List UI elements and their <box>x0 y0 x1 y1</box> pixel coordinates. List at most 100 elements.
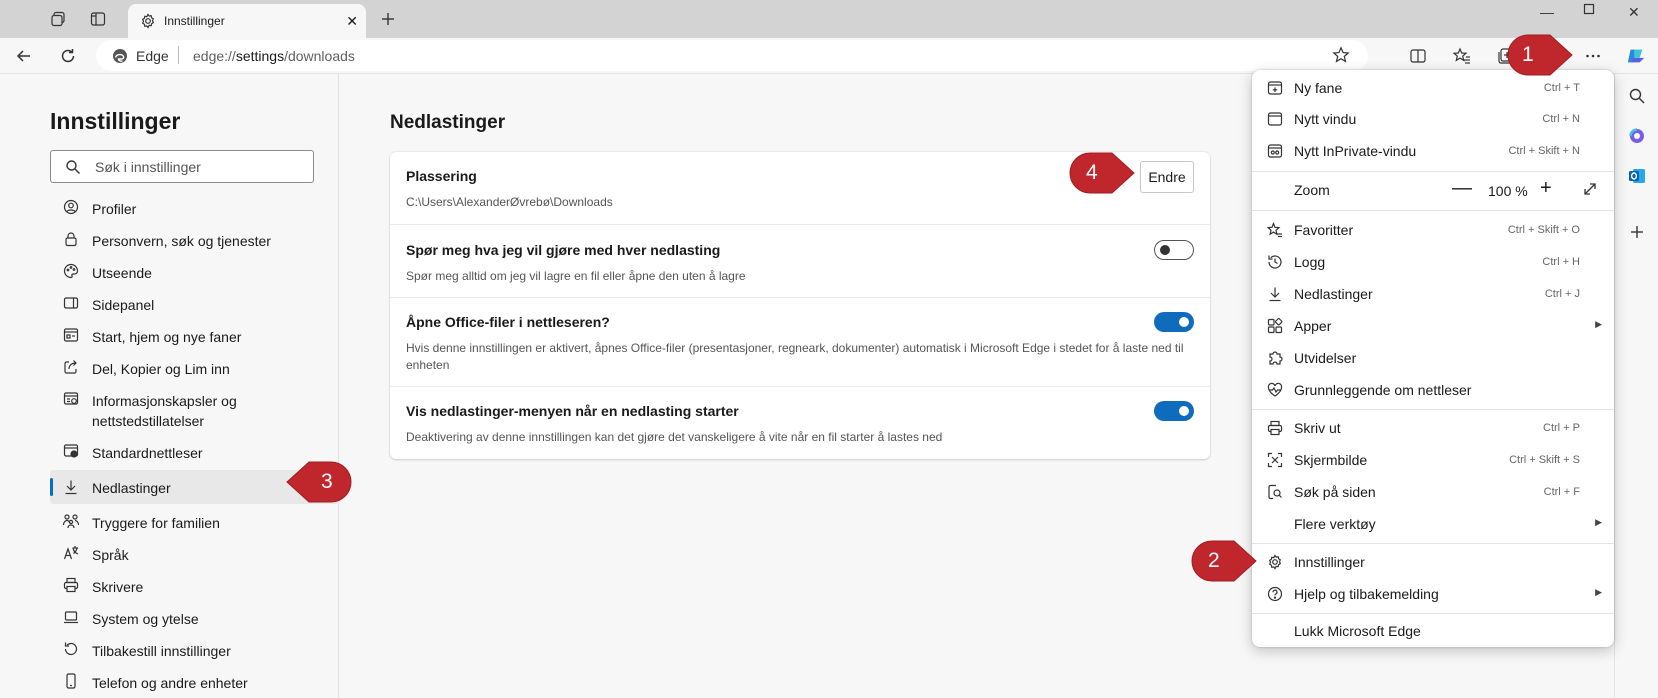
sidebar-item-label: Skrivere <box>92 579 144 595</box>
menu-shortcut: Ctrl + Skift + O <box>1507 224 1580 236</box>
zoom-out-button[interactable]: — <box>1452 177 1472 200</box>
sidebar-item-appearance[interactable]: Utseende <box>50 262 340 282</box>
menu-shortcut: Ctrl + H <box>1542 256 1580 268</box>
sidebar-item-reset[interactable]: Tilbakestill innstillinger <box>50 640 340 660</box>
screenshot-icon <box>1266 451 1284 469</box>
menu-item-more-tools[interactable]: Flere verktøy ▶ <box>1252 509 1614 539</box>
location-title: Plassering <box>406 168 477 184</box>
office-files-desc: Hvis denne innstillingen er aktivert, åp… <box>406 341 1184 372</box>
menu-item-new-tab[interactable]: Ny fane Ctrl + T <box>1252 73 1614 103</box>
tab-settings[interactable]: Innstillinger ✕ <box>128 4 366 38</box>
minimize-icon[interactable]: — <box>1540 4 1554 20</box>
menu-shortcut: Ctrl + Skift + N <box>1508 145 1580 157</box>
menu-shortcut: Ctrl + T <box>1543 82 1580 94</box>
fullscreen-icon[interactable] <box>1582 181 1598 197</box>
menu-label: Flere verktøy <box>1294 516 1376 532</box>
menu-item-close-edge[interactable]: Lukk Microsoft Edge <box>1252 616 1614 646</box>
address-bar[interactable]: Edge edge://settings/downloads <box>96 40 1368 71</box>
sidebar-item-start-home-tabs[interactable]: Start, hjem og nye faner <box>50 326 340 346</box>
menu-item-zoom: Zoom — 100 % + <box>1252 175 1614 205</box>
menu-item-downloads[interactable]: Nedlastinger Ctrl + J <box>1252 279 1614 309</box>
back-icon[interactable] <box>14 46 34 66</box>
menu-item-browser-essentials[interactable]: Grunnleggende om nettleser <box>1252 375 1614 405</box>
submenu-arrow-icon: ▶ <box>1595 319 1602 329</box>
reset-icon <box>62 640 80 658</box>
settings-search-box[interactable] <box>50 150 314 183</box>
menu-label: Hjelp og tilbakemelding <box>1294 586 1439 602</box>
m365-icon[interactable] <box>1627 126 1647 146</box>
copilot-icon[interactable] <box>1626 46 1646 66</box>
menu-item-history[interactable]: Logg Ctrl + H <box>1252 247 1614 277</box>
sidebar-item-family[interactable]: Tryggere for familien <box>50 512 340 532</box>
callout-1: 1 <box>1506 33 1574 77</box>
address-separator <box>178 46 179 64</box>
sidebar-item-cookies-permissions[interactable]: Informasjonskapsler og nettstedstillatel… <box>50 390 340 430</box>
sidebar-item-system-performance[interactable]: System og ytelse <box>50 608 340 628</box>
menu-label: Favoritter <box>1294 222 1354 238</box>
search-icon <box>65 159 81 175</box>
menu-item-extensions[interactable]: Utvidelser <box>1252 343 1614 373</box>
sidebar-item-label: Del, Kopier og Lim inn <box>92 361 230 377</box>
menu-item-new-inprivate-window[interactable]: Nytt InPrivate-vindu Ctrl + Skift + N <box>1252 136 1614 166</box>
menu-item-print[interactable]: Skriv ut Ctrl + P <box>1252 413 1614 443</box>
default-browser-icon <box>62 442 80 460</box>
sidebar-item-languages[interactable]: Språk <box>50 544 340 564</box>
gear-icon <box>1266 553 1284 571</box>
more-options-icon[interactable] <box>1583 46 1603 66</box>
sidebar-item-privacy[interactable]: Personvern, søk og tjenester <box>50 230 340 250</box>
zoom-in-button[interactable]: + <box>1540 177 1552 200</box>
menu-item-new-window[interactable]: Nytt vindu Ctrl + N <box>1252 104 1614 134</box>
show-downloads-menu-toggle[interactable] <box>1154 401 1194 421</box>
phone-icon <box>62 672 80 690</box>
menu-item-favorites[interactable]: Favoritter Ctrl + Skift + O <box>1252 215 1614 245</box>
menu-label: Logg <box>1294 254 1326 270</box>
office-files-toggle[interactable] <box>1154 312 1194 332</box>
url-text[interactable]: edge://settings/downloads <box>193 48 355 64</box>
ask-each-download-desc: Spør meg alltid om jeg vil lagre en fil … <box>406 269 746 283</box>
menu-item-screenshot[interactable]: Skjermbilde Ctrl + Skift + S <box>1252 445 1614 475</box>
tab-title: Innstillinger <box>164 14 225 28</box>
favorite-star-icon[interactable] <box>1332 46 1350 64</box>
apps-icon <box>1266 317 1284 335</box>
favorites-icon[interactable] <box>1452 46 1472 66</box>
new-tab-icon[interactable] <box>378 9 398 29</box>
menu-shortcut: Ctrl + F <box>1543 486 1580 498</box>
sidebar-item-default-browser[interactable]: Standardnettleser <box>50 442 340 462</box>
close-tab-icon[interactable]: ✕ <box>346 13 358 30</box>
add-app-icon[interactable] <box>1627 222 1647 242</box>
help-icon <box>1266 585 1284 603</box>
edge-sidebar <box>1614 74 1658 698</box>
sidebar-item-sidepanel[interactable]: Sidepanel <box>50 294 340 314</box>
menu-item-find-on-page[interactable]: Søk på siden Ctrl + F <box>1252 477 1614 507</box>
change-location-button[interactable]: Endre <box>1140 161 1194 193</box>
downloads-settings-card: Plassering C:\Users\AlexanderØvrebø\Down… <box>390 152 1210 459</box>
outlook-icon[interactable] <box>1627 166 1647 186</box>
sidebar-item-share-copy-paste[interactable]: Del, Kopier og Lim inn <box>50 358 340 378</box>
vertical-tabs-icon[interactable] <box>88 9 108 29</box>
menu-item-help-feedback[interactable]: Hjelp og tilbakemelding ▶ <box>1252 579 1614 609</box>
menu-item-apps[interactable]: Apper ▶ <box>1252 311 1614 341</box>
language-icon <box>62 544 80 562</box>
sidebar-item-label: Telefon og andre enheter <box>92 675 248 691</box>
refresh-icon[interactable] <box>58 46 78 66</box>
maximize-icon[interactable] <box>1583 3 1595 15</box>
split-screen-icon[interactable] <box>1408 46 1428 66</box>
ask-each-download-toggle[interactable] <box>1154 240 1194 260</box>
close-window-icon[interactable]: ✕ <box>1628 4 1640 21</box>
ask-each-download-title: Spør meg hva jeg vil gjøre med hver nedl… <box>406 242 721 258</box>
sidebar-item-profiles[interactable]: Profiler <box>50 198 340 218</box>
settings-and-more-menu: Ny fane Ctrl + T Nytt vindu Ctrl + N Nyt… <box>1252 70 1614 647</box>
menu-item-settings[interactable]: Innstillinger <box>1252 547 1614 577</box>
sidebar-item-printers[interactable]: Skrivere <box>50 576 340 596</box>
search-icon[interactable] <box>1627 86 1647 106</box>
workspaces-icon[interactable] <box>48 9 68 29</box>
sidebar-item-label: Informasjonskapsler og nettstedstillatel… <box>92 393 237 429</box>
gear-icon <box>140 13 156 29</box>
sidebar-item-label: Sidepanel <box>92 297 155 313</box>
sidebar-item-phone-devices[interactable]: Telefon og andre enheter <box>50 672 340 692</box>
sidebar-item-label: Utseende <box>92 265 152 281</box>
ask-each-download-row: Spør meg hva jeg vil gjøre med hver nedl… <box>390 225 1210 298</box>
window-icon <box>1266 110 1284 128</box>
settings-search-input[interactable] <box>95 157 305 177</box>
show-downloads-menu-desc: Deaktivering av denne innstillingen kan … <box>406 430 943 444</box>
